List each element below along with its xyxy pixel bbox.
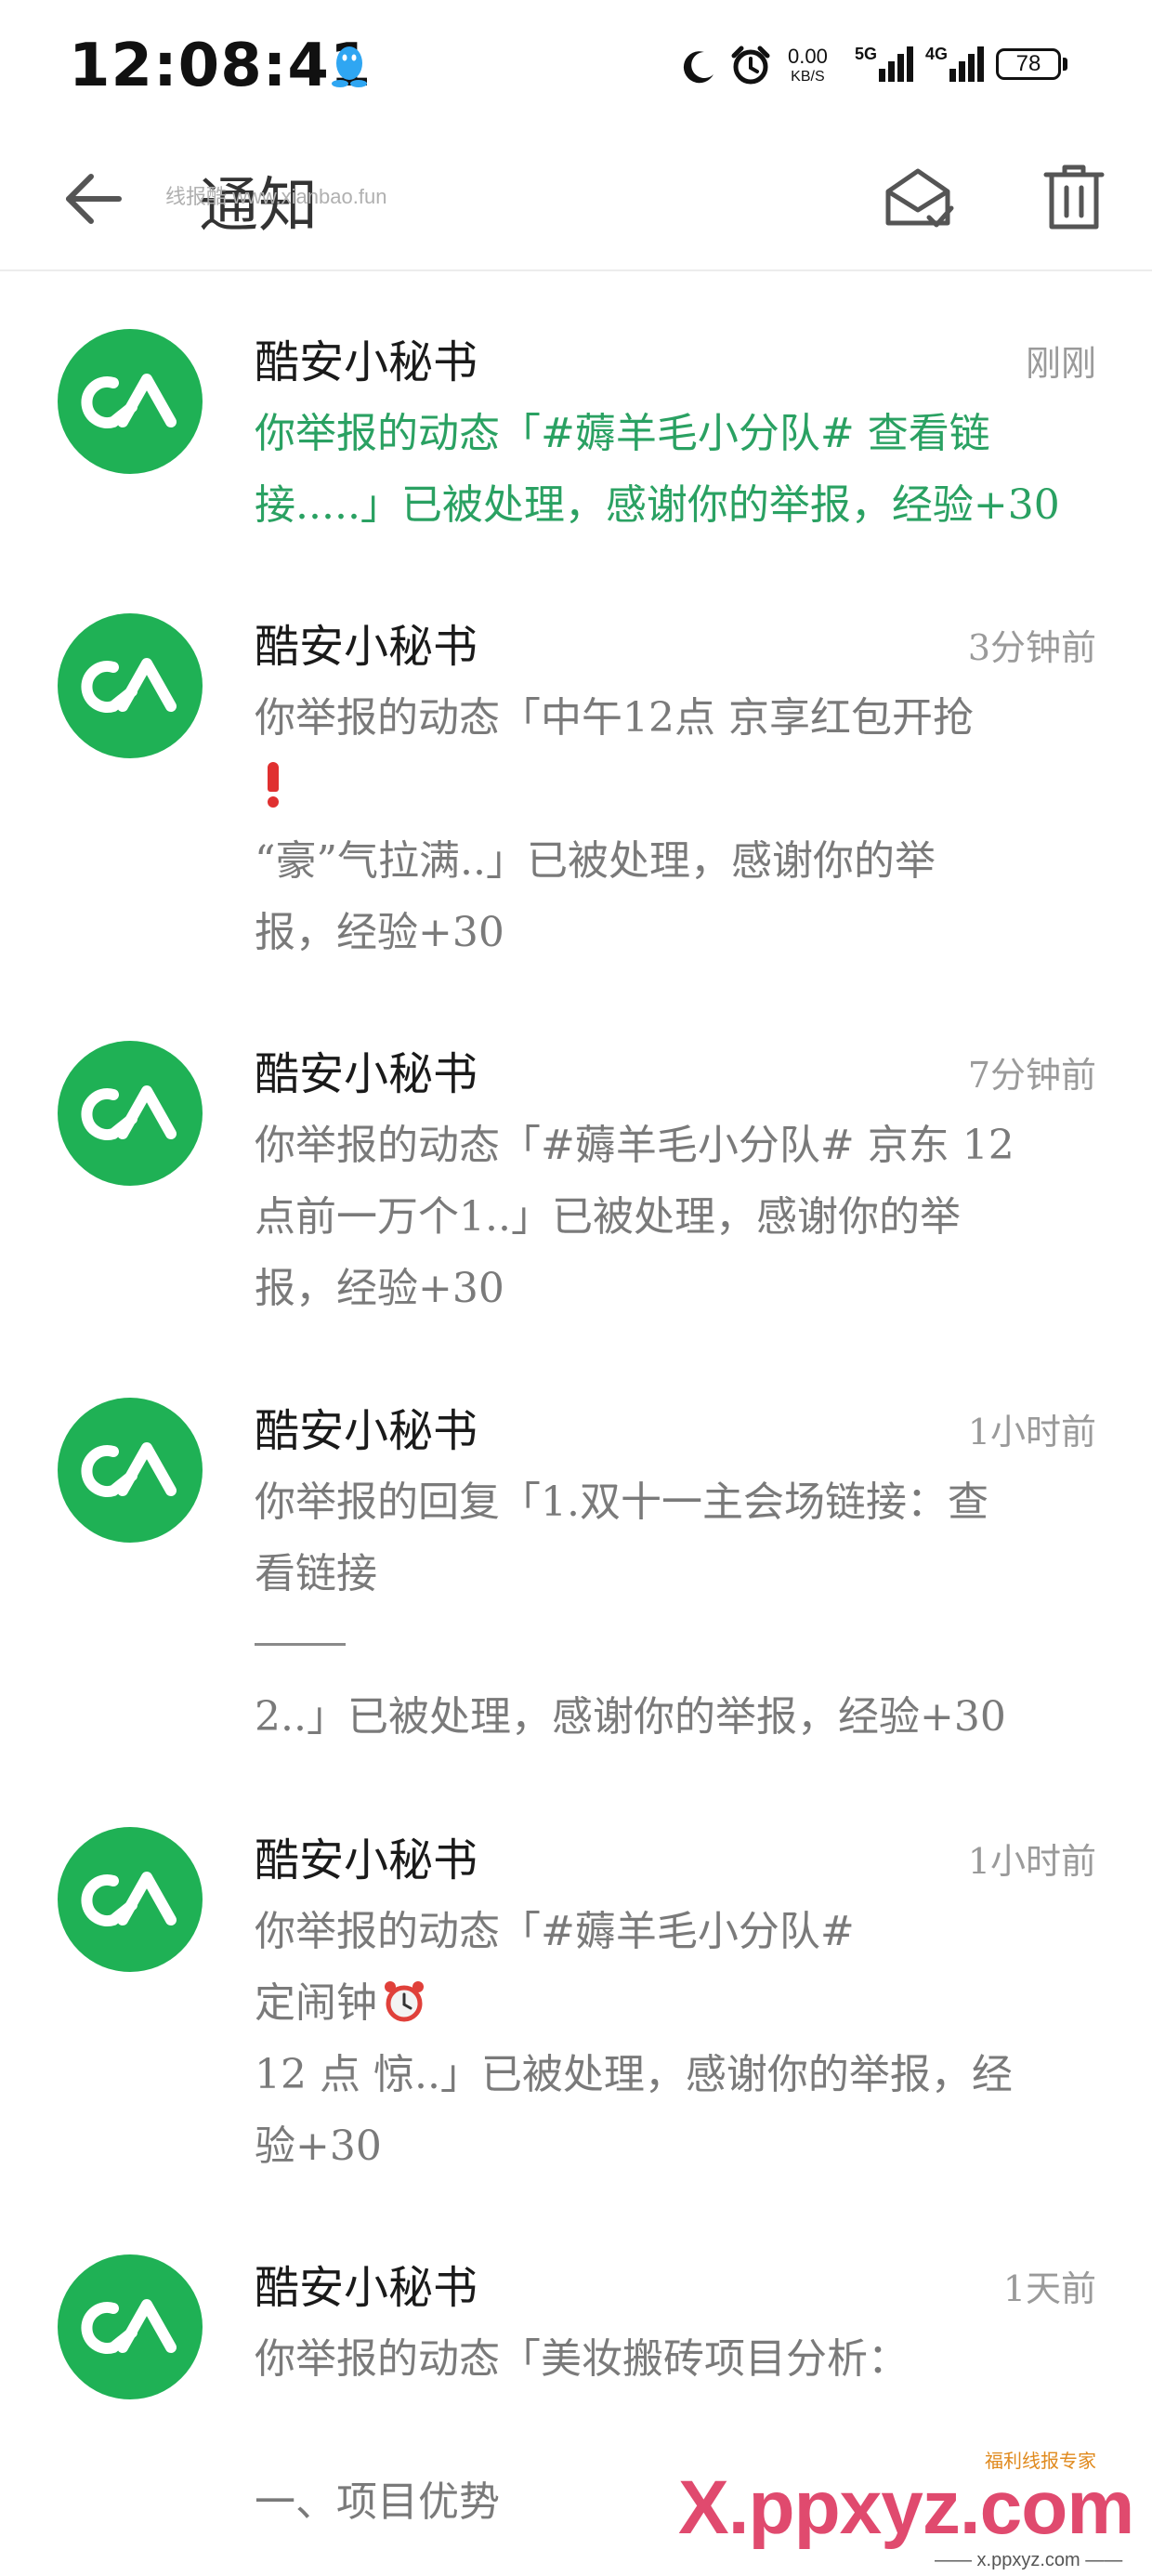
brand-logo-text: X.ppxyz.com (678, 2465, 1134, 2550)
notification-item[interactable]: 酷安小秘书 1小时前 你举报的回复「1.双十一主会场链接：查 看链接 2..」已… (0, 1340, 1152, 1768)
divider-line (255, 1610, 1091, 1681)
status-time: 12:08:41 (69, 32, 373, 100)
notification-time: 7分钟前 (967, 1055, 1096, 1096)
status-bar: 12:08:41 0.00 KB/S 5G 4G 78 (0, 0, 1152, 139)
message-line: 看链接 (255, 1550, 377, 1597)
battery-level: 78 (996, 48, 1061, 80)
message-line: 报，经验+30 (255, 909, 504, 956)
signal-4g-icon: 4G (925, 45, 984, 82)
coolapk-avatar-icon[interactable] (58, 1827, 203, 1972)
coolapk-avatar-icon[interactable] (58, 2254, 203, 2399)
notification-message: 你举报的回复「1.双十一主会场链接：查 看链接 2..」已被处理，感谢你的举报，… (255, 1466, 1091, 1753)
net-speed-unit: KB/S (791, 69, 825, 85)
qq-penguin-icon (332, 46, 367, 87)
watermark-text: 线报酷 www.xianbao.fun (165, 185, 387, 208)
notification-item[interactable]: 酷安小秘书 7分钟前 你举报的动态「#薅羊毛小分队# 京东 12 点前一万个1.… (0, 983, 1152, 1336)
notification-item[interactable]: 酷安小秘书 3分钟前 你举报的动态「中午12点 京享红包开抢 “豪”气拉满..」… (0, 556, 1152, 956)
signal-5g-label: 5G (855, 45, 877, 63)
notification-time: 1小时前 (967, 1412, 1096, 1452)
moon-icon (683, 51, 713, 84)
message-line: 你举报的回复「1.双十一主会场链接：查 (255, 1479, 988, 1526)
coolapk-avatar-icon[interactable] (58, 1398, 203, 1543)
notification-time: 刚刚 (1025, 343, 1096, 384)
mark-all-read-icon[interactable] (879, 158, 957, 236)
notification-message: 你举报的动态「中午12点 京享红包开抢 “豪”气拉满..」已被处理，感谢你的举 … (255, 682, 1091, 968)
coolapk-avatar-icon[interactable] (58, 613, 203, 758)
notification-time: 1小时前 (967, 1841, 1096, 1882)
alarm-clock-emoji-icon (385, 1981, 424, 2022)
message-line: 2..」已被处理，感谢你的举报，经验+30 (255, 1693, 1006, 1741)
notification-time: 1天前 (1002, 2268, 1096, 2309)
signal-4g-label: 4G (925, 45, 948, 63)
brand-watermark: 福利线报专家 X.ppxyz.com —— x.ppxyz.com —— (678, 2446, 1152, 2576)
notification-message: 你举报的动态「#薅羊毛小分队# 查看链 接.....」已被处理，感谢你的举报，经… (255, 398, 1091, 541)
coolapk-avatar-icon[interactable] (58, 329, 203, 474)
notification-message: 你举报的动态「#薅羊毛小分队# 京东 12 点前一万个1..」已被处理，感谢你的… (255, 1110, 1091, 1324)
message-line: 你举报的动态「#薅羊毛小分队# 查看链 (255, 410, 990, 457)
message-line: 点前一万个1..」已被处理，感谢你的举 (255, 1193, 961, 1241)
message-line: 验+30 (255, 2123, 382, 2170)
notification-message: 你举报的动态「#薅羊毛小分队# 定闹钟 12 点 惊..」已被处理，感谢你的举报… (255, 1896, 1091, 2182)
message-line: 接.....」已被处理，感谢你的举报，经验+30 (255, 481, 1060, 529)
sender-name: 酷安小秘书 (255, 1834, 478, 1886)
message-line: 你举报的动态「#薅羊毛小分队# (255, 1908, 855, 1955)
trash-icon[interactable] (1035, 158, 1113, 236)
message-line: 你举报的动态「#薅羊毛小分队# 京东 12 (255, 1122, 1015, 1169)
sender-name: 酷安小秘书 (255, 2262, 478, 2314)
sender-name: 酷安小秘书 (255, 621, 478, 673)
alarm-clock-icon (731, 46, 770, 85)
battery-icon (1063, 58, 1067, 71)
brand-subtext: —— x.ppxyz.com —— (935, 2550, 1123, 2570)
back-arrow-icon[interactable] (56, 162, 130, 236)
message-line: 你举报的动态「中午12点 京享红包开抢 (255, 694, 974, 742)
message-line: “豪”气拉满..」已被处理，感谢你的举 (255, 837, 936, 885)
message-line: 12 点 惊..」已被处理，感谢你的举报，经 (255, 2051, 1013, 2098)
sender-name: 酷安小秘书 (255, 1048, 478, 1100)
exclamation-emoji-line (255, 754, 1091, 825)
message-line-with-alarm: 定闹钟 (255, 1967, 1091, 2039)
notification-time: 3分钟前 (967, 627, 1096, 668)
sender-name: 酷安小秘书 (255, 1405, 478, 1457)
signal-5g-icon: 5G (855, 45, 913, 82)
message-line: 报，经验+30 (255, 1265, 504, 1312)
notification-item[interactable]: 酷安小秘书 刚刚 你举报的动态「#薅羊毛小分队# 查看链 接.....」已被处理… (0, 271, 1152, 550)
net-speed-value: 0.00 (788, 45, 828, 68)
message-line-text: 定闹钟 (255, 1979, 377, 2027)
net-speed: 0.00 KB/S (788, 46, 828, 87)
message-line: 你举报的动态「美妆搬砖项目分析： (255, 2335, 909, 2383)
exclamation-icon (268, 762, 279, 808)
sender-name: 酷安小秘书 (255, 336, 478, 388)
app-bar: 通知 线报酷 www.xianbao.fun (0, 139, 1152, 271)
notification-item[interactable]: 酷安小秘书 1小时前 你举报的动态「#薅羊毛小分队# 定闹钟 12 点 惊..」… (0, 1769, 1152, 2197)
coolapk-avatar-icon[interactable] (58, 1041, 203, 1186)
